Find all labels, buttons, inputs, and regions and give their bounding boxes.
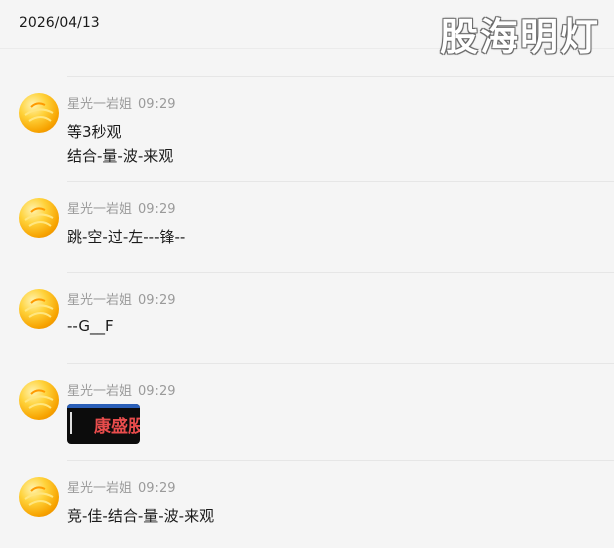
- sender-name: 星光一岩姐: [67, 97, 133, 112]
- message-text: 结合-量-波-来观: [67, 147, 174, 165]
- thumbnail-marker: [70, 412, 72, 434]
- image-thumbnail[interactable]: 康盛股: [67, 404, 140, 444]
- date-header: 2026/04/13 股海明灯: [0, 0, 614, 59]
- avatar-icon: [24, 102, 54, 122]
- avatar-icon: [24, 486, 54, 506]
- thumbnail-header-bar: [67, 404, 140, 408]
- avatar[interactable]: [19, 477, 59, 517]
- date-label: 2026/04/13: [19, 15, 100, 31]
- sender-name: 星光一岩姐: [67, 481, 133, 496]
- sender-name: 星光一岩姐: [67, 202, 133, 217]
- message-time: 09:29: [138, 202, 176, 217]
- message-meta: 星光一岩姐 09:29: [67, 93, 175, 112]
- sender-name: 星光一岩姐: [67, 293, 133, 308]
- avatar[interactable]: [19, 198, 59, 238]
- message-time: 09:29: [138, 97, 176, 112]
- divider: [67, 181, 614, 182]
- avatar-icon: [24, 298, 54, 318]
- message-meta: 星光一岩姐 09:29: [67, 198, 175, 217]
- message-text: 跳-空-过-左---锋--: [67, 228, 186, 246]
- message-meta: 星光一岩姐 09:29: [67, 380, 175, 399]
- sender-name: 星光一岩姐: [67, 384, 133, 399]
- message-text: --G__F: [67, 317, 114, 335]
- message-time: 09:29: [138, 481, 176, 496]
- divider: [67, 363, 614, 364]
- thumbnail-text: 康盛股: [94, 417, 140, 437]
- message-text: 等3秒观: [67, 123, 122, 141]
- avatar-icon: [24, 389, 54, 409]
- divider: [67, 272, 614, 273]
- avatar[interactable]: [19, 93, 59, 133]
- divider: [67, 76, 614, 77]
- avatar[interactable]: [19, 380, 59, 420]
- message-meta: 星光一岩姐 09:29: [67, 289, 175, 308]
- avatar[interactable]: [19, 289, 59, 329]
- message-meta: 星光一岩姐 09:29: [67, 477, 175, 496]
- avatar-icon: [24, 207, 54, 227]
- message-time: 09:29: [138, 293, 176, 308]
- divider: [67, 460, 614, 461]
- message-time: 09:29: [138, 384, 176, 399]
- message-text: 竞-佳-结合-量-波-来观: [67, 507, 215, 525]
- watermark-logo: 股海明灯: [439, 15, 600, 59]
